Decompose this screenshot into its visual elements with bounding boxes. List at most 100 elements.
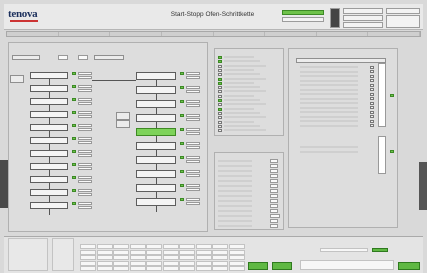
chain2-value-field xyxy=(186,160,200,163)
param-value-field-6[interactable] xyxy=(270,184,278,188)
option-checkbox-5[interactable] xyxy=(218,73,222,77)
zone-indicator-5 xyxy=(370,83,374,87)
param-value-field-13[interactable] xyxy=(270,219,278,223)
option-checkbox-9[interactable] xyxy=(218,90,222,94)
param-value-field-10[interactable] xyxy=(270,204,278,208)
option-checkbox-4[interactable] xyxy=(218,68,222,72)
param-label-bar xyxy=(218,175,252,177)
param-value-field-11[interactable] xyxy=(270,209,278,213)
param-value-field-12[interactable] xyxy=(270,214,280,218)
step-box-2[interactable] xyxy=(30,85,68,92)
zone-label-bar xyxy=(300,151,358,153)
mode-field-1[interactable] xyxy=(58,55,68,60)
option-checkbox-15[interactable] xyxy=(218,116,222,120)
start-sequence-button[interactable] xyxy=(398,262,420,270)
status-grid-cell xyxy=(80,266,96,271)
status-grid-cell xyxy=(113,255,129,260)
step-box-5[interactable] xyxy=(30,124,68,131)
zone-indicator-2 xyxy=(370,70,374,73)
status-ok-button[interactable] xyxy=(372,248,388,252)
status-grid-cell xyxy=(96,266,113,271)
option-checkbox-11[interactable] xyxy=(218,99,222,102)
menu-item-6[interactable] xyxy=(265,32,317,36)
mode-select-button[interactable] xyxy=(12,55,40,60)
start-button[interactable] xyxy=(10,75,24,83)
param-value-field-2[interactable] xyxy=(270,164,278,168)
acknowledge-button[interactable] xyxy=(272,262,292,270)
option-checkbox-12[interactable] xyxy=(218,103,222,107)
param-label-bar xyxy=(218,170,252,172)
status-grid-cell xyxy=(162,244,179,249)
option-checkbox-17[interactable] xyxy=(218,124,222,128)
traffic-light-panel xyxy=(330,8,340,28)
menu-item-4[interactable] xyxy=(162,32,214,36)
option-checkbox-13[interactable] xyxy=(218,107,222,111)
param-value-field-5[interactable] xyxy=(270,179,278,183)
chain2-step-box-10[interactable] xyxy=(136,198,176,206)
option-checkbox-1[interactable] xyxy=(218,56,222,59)
option-checkbox-7[interactable] xyxy=(218,81,222,85)
menu-item-1[interactable] xyxy=(7,32,59,36)
stop-button[interactable] xyxy=(116,112,130,120)
option-checkbox-6[interactable] xyxy=(218,77,222,81)
status-grid-cell xyxy=(146,266,162,271)
param-value-field-4[interactable] xyxy=(270,174,278,178)
chain2-step-box-3[interactable] xyxy=(136,100,176,108)
menu-item-2[interactable] xyxy=(59,32,111,36)
option-label-bar xyxy=(224,77,266,80)
option-checkbox-2[interactable] xyxy=(218,60,222,64)
step-box-1[interactable] xyxy=(30,72,68,79)
step-box-7[interactable] xyxy=(30,150,68,157)
status-grid-cell xyxy=(228,260,245,266)
step-box-4[interactable] xyxy=(30,111,68,118)
step-box-8[interactable] xyxy=(30,163,68,170)
param-value-field-14[interactable] xyxy=(270,224,278,228)
chain2-step-box-5[interactable] xyxy=(136,128,176,136)
reset-button[interactable] xyxy=(94,55,124,60)
option-checkbox-14[interactable] xyxy=(218,111,222,115)
chain2-step-box-2[interactable] xyxy=(136,86,176,94)
menu-item-3[interactable] xyxy=(110,32,162,36)
pause-button[interactable] xyxy=(116,120,130,128)
step-box-6[interactable] xyxy=(30,137,68,144)
chain2-step-box-4[interactable] xyxy=(136,114,176,122)
menu-item-8[interactable] xyxy=(368,32,420,36)
chain2-step-box-1[interactable] xyxy=(136,72,176,80)
confirm-button[interactable] xyxy=(248,262,268,270)
zone-label-bar xyxy=(300,106,358,109)
chain2-status-indicator xyxy=(180,170,184,173)
chain2-step-box-8[interactable] xyxy=(136,170,176,178)
step-box-10[interactable] xyxy=(30,189,68,196)
chain2-step-box-7[interactable] xyxy=(136,156,176,164)
zone-label-bar xyxy=(300,146,358,148)
step-value-field xyxy=(78,137,92,140)
menu-item-7[interactable] xyxy=(317,32,369,36)
param-value-field-1[interactable] xyxy=(270,159,278,163)
chain2-step-box-9[interactable] xyxy=(136,184,176,192)
option-checkbox-8[interactable] xyxy=(218,86,222,90)
param-label-bar xyxy=(218,190,252,192)
status-grid-cell xyxy=(179,244,195,249)
zone-indicator-1 xyxy=(370,65,374,69)
mode-field-2[interactable] xyxy=(78,55,88,60)
zone-indicator-8 xyxy=(370,97,374,100)
step-box-9[interactable] xyxy=(30,176,68,183)
chain2-step-box-6[interactable] xyxy=(136,142,176,150)
zone-level-bar-1 xyxy=(378,63,386,127)
step-box-3[interactable] xyxy=(30,98,68,105)
menu-item-5[interactable] xyxy=(214,32,266,36)
option-checkbox-18[interactable] xyxy=(218,129,222,133)
zone-header-button[interactable] xyxy=(296,58,386,63)
option-checkbox-16[interactable] xyxy=(218,120,222,124)
param-value-field-8[interactable] xyxy=(270,194,278,198)
chain2-value-field xyxy=(186,104,200,107)
zone-indicator-12 xyxy=(370,115,374,118)
chain2-value-field xyxy=(186,156,200,159)
param-value-field-3[interactable] xyxy=(270,169,278,173)
step-box-11[interactable] xyxy=(30,202,68,209)
option-checkbox-3[interactable] xyxy=(218,64,222,68)
status-grid-cell xyxy=(179,266,195,271)
param-value-field-7[interactable] xyxy=(270,189,278,193)
param-value-field-9[interactable] xyxy=(270,199,278,203)
option-checkbox-10[interactable] xyxy=(218,94,222,98)
